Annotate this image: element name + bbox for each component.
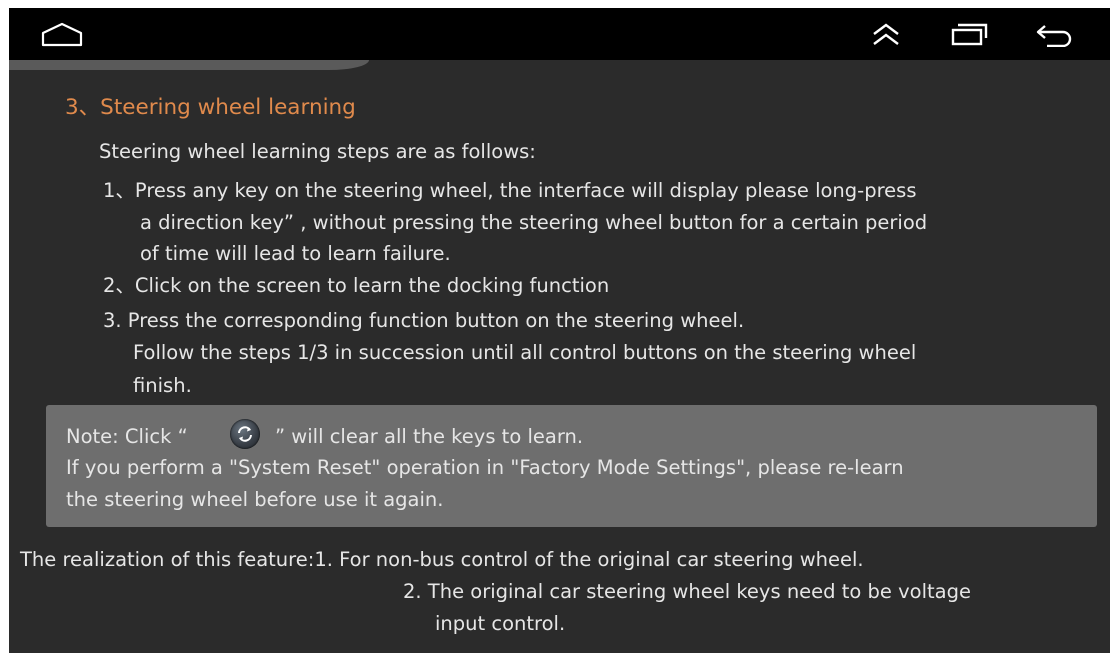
realization-line-1: The realization of this feature:1. For n… (20, 548, 864, 571)
instructions-content: 3、Steering wheel learning Steering wheel… (9, 8, 1110, 653)
step-1-line-3: of time will lead to learn failure. (140, 242, 451, 265)
note-line-2: If you perform a "System Reset" operatio… (66, 456, 904, 479)
step-3: 3. Press the corresponding function butt… (103, 309, 745, 332)
follow-line-1: Follow the steps 1/3 in succession until… (133, 341, 917, 364)
step-1-line-1: 1、Press any key on the steering wheel, t… (103, 179, 917, 202)
section-heading: 3、Steering wheel learning (65, 95, 356, 120)
realization-line-2: 2. The original car steering wheel keys … (403, 580, 971, 603)
screen: 3、Steering wheel learning Steering wheel… (9, 8, 1110, 653)
step-1-line-2: a direction key” , without pressing the … (140, 211, 928, 234)
note-prefix: Note: Click “ (66, 425, 188, 448)
realization-line-3: input control. (435, 612, 566, 635)
note-line-3: the steering wheel before use it again. (66, 488, 444, 511)
note-suffix: ” will clear all the keys to learn. (275, 425, 584, 448)
step-2: 2、Click on the screen to learn the docki… (103, 274, 610, 297)
intro-text: Steering wheel learning steps are as fol… (99, 140, 536, 163)
follow-line-2: finish. (133, 374, 192, 397)
reset-refresh-icon[interactable] (230, 419, 260, 449)
